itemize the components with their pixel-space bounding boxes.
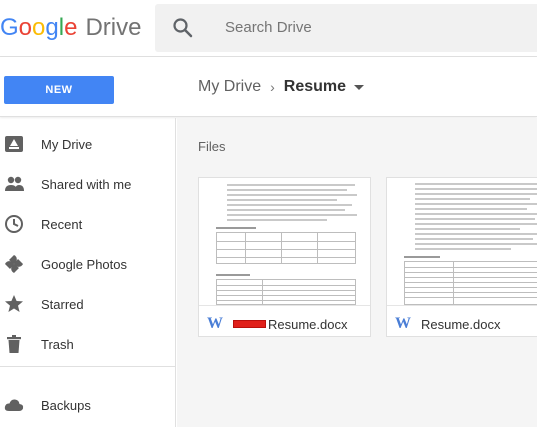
logo-letter: e xyxy=(64,14,78,41)
word-doc-icon: W xyxy=(395,315,411,332)
sidebar-item-starred[interactable]: Starred xyxy=(0,284,176,324)
file-name-label: Resume.docx xyxy=(421,316,501,332)
google-drive-logo[interactable]: Go o g l e Drive xyxy=(0,14,141,46)
logo-letter: o xyxy=(18,14,33,41)
search-icon[interactable] xyxy=(171,16,195,40)
caret-down-icon[interactable] xyxy=(354,84,365,90)
main-content: Files W Resume.docx W Resume.docx xyxy=(177,118,537,427)
sidebar-item-label: Recent xyxy=(41,216,83,232)
logo-letter: o xyxy=(32,14,46,41)
logo-letter: g xyxy=(45,14,59,41)
file-card[interactable]: W Resume.docx xyxy=(386,177,537,337)
breadcrumb-separator: › xyxy=(270,79,275,95)
clock-icon xyxy=(5,215,23,233)
word-doc-icon: W xyxy=(207,315,223,332)
sidebar-item-label: Backups xyxy=(41,397,91,413)
star-icon xyxy=(5,295,23,312)
sidebar-item-google-photos[interactable]: Google Photos xyxy=(0,244,176,284)
drive-window: Go o g l e Drive Search Drive NEW My Drive › … xyxy=(0,0,537,427)
sidebar-item-label: Shared with me xyxy=(41,176,132,192)
search-input[interactable]: Search Drive xyxy=(225,19,312,36)
photos-icon xyxy=(5,255,23,273)
document-thumbnail xyxy=(199,178,370,306)
sidebar-item-backups[interactable]: Backups xyxy=(0,385,176,425)
cloud-icon xyxy=(4,399,24,411)
file-card[interactable]: W Resume.docx xyxy=(198,177,371,337)
sidebar-item-trash[interactable]: Trash xyxy=(0,324,176,364)
drive-icon xyxy=(5,136,23,152)
breadcrumb: My Drive › Resume xyxy=(198,78,365,96)
sidebar-divider xyxy=(0,366,176,367)
redaction-mark xyxy=(233,320,266,328)
new-button[interactable]: NEW xyxy=(4,76,114,104)
sidebar-item-my-drive[interactable]: My Drive xyxy=(0,124,176,164)
file-name: W Resume.docx xyxy=(395,316,500,332)
top-header: Go o g l e Drive Search Drive xyxy=(0,0,537,57)
sidebar-item-label: Starred xyxy=(41,296,84,312)
toolbar: NEW My Drive › Resume xyxy=(0,57,537,117)
logo-product-name: Drive xyxy=(85,14,142,41)
sidebar-item-shared[interactable]: Shared with me xyxy=(0,164,176,204)
people-icon xyxy=(5,176,24,191)
breadcrumb-current-folder[interactable]: Resume xyxy=(284,78,346,96)
sidebar-item-label: My Drive xyxy=(41,136,93,152)
logo-letter: G xyxy=(0,14,19,41)
sidebar-item-label: Google Photos xyxy=(41,256,128,272)
breadcrumb-my-drive[interactable]: My Drive xyxy=(198,78,261,96)
file-name-label: Resume.docx xyxy=(268,316,348,332)
trash-icon xyxy=(7,335,21,353)
file-name: W Resume.docx xyxy=(207,316,347,332)
sidebar: My Drive Shared with me Recent Google Ph… xyxy=(0,118,176,427)
sidebar-item-label: Trash xyxy=(41,336,74,352)
search-bar[interactable]: Search Drive xyxy=(155,4,537,52)
sidebar-item-recent[interactable]: Recent xyxy=(0,204,176,244)
section-title-files: Files xyxy=(198,139,226,154)
document-thumbnail xyxy=(387,178,537,306)
